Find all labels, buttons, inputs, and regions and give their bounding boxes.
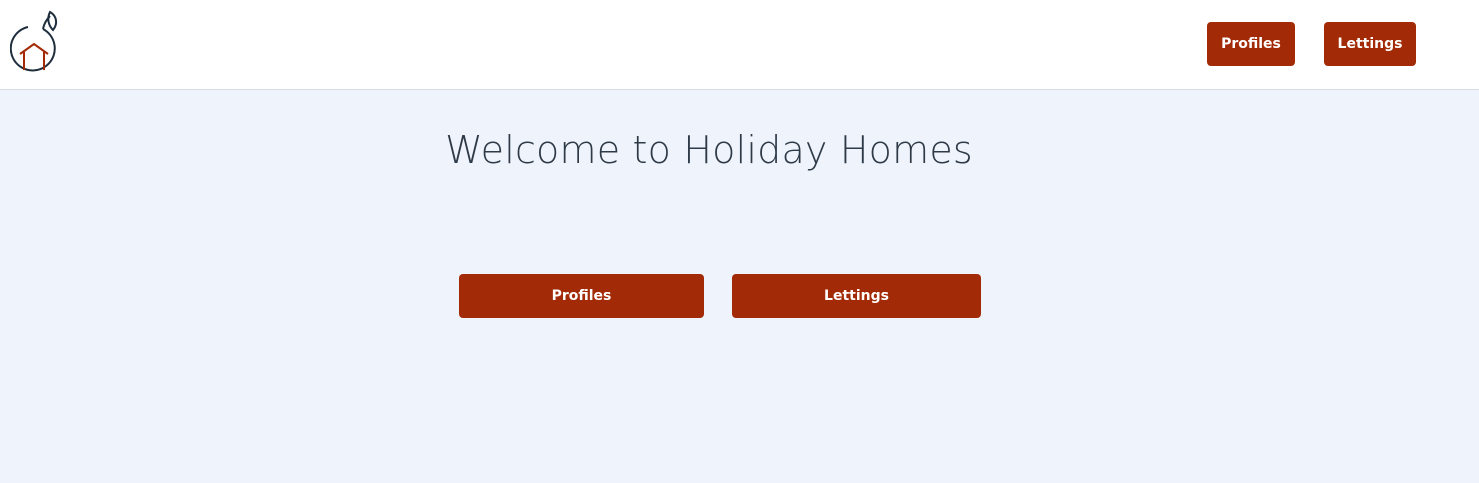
top-navbar: Profiles Lettings (0, 0, 1479, 90)
nav-profiles-button[interactable]: Profiles (1207, 22, 1295, 66)
page-title: Welcome to Holiday Homes (445, 128, 973, 172)
lettings-button[interactable]: Lettings (732, 274, 981, 318)
profiles-button[interactable]: Profiles (459, 274, 704, 318)
nav-lettings-button[interactable]: Lettings (1324, 22, 1416, 66)
house-leaf-logo-icon[interactable] (9, 10, 62, 78)
